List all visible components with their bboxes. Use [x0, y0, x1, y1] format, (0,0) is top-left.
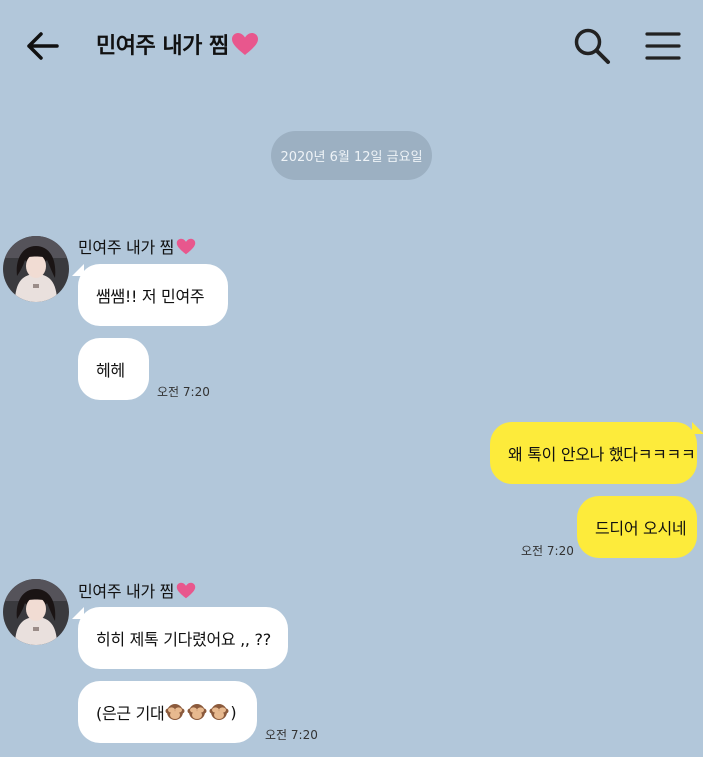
menu-button[interactable]	[642, 26, 684, 66]
message-bubble[interactable]: (은근 기대 )	[78, 681, 257, 743]
sender-name-text: 민여주 내가 찜	[78, 582, 175, 601]
heart-icon	[231, 33, 258, 55]
chat-header: 민여주 내가 찜	[0, 0, 703, 90]
arrow-left-icon	[27, 32, 59, 60]
avatar[interactable]	[3, 579, 69, 645]
search-icon	[574, 28, 610, 64]
sender-name-text: 민여주 내가 찜	[78, 238, 175, 257]
message-text-suffix: )	[230, 702, 237, 722]
bubble-tail	[692, 422, 703, 434]
heart-icon	[176, 238, 196, 254]
message-time: 오전 7:20	[265, 728, 318, 742]
message-text: 왜 톡이 안오나 했다ㅋㅋㅋㅋ	[508, 445, 696, 464]
chat-title: 민여주 내가 찜	[96, 28, 259, 60]
message-bubble[interactable]: 드디어 오시네	[577, 496, 697, 558]
profile-photo-icon	[3, 236, 69, 302]
back-button[interactable]	[22, 26, 62, 66]
message-text: 드디어 오시네	[595, 519, 687, 538]
see-no-evil-monkey-icon	[209, 704, 229, 720]
message-text: 헤헤	[96, 361, 125, 380]
message-time: 오전 7:20	[521, 544, 574, 558]
hamburger-menu-icon	[645, 32, 681, 60]
sender-name: 민여주 내가 찜	[78, 578, 196, 602]
see-no-evil-monkey-icon	[165, 704, 185, 720]
heart-icon	[176, 582, 196, 598]
see-no-evil-monkey-icon	[187, 704, 207, 720]
date-divider: 2020년 6월 12일 금요일	[271, 131, 432, 180]
message-time: 오전 7:20	[157, 385, 210, 399]
message-text-prefix: (은근 기대	[96, 704, 165, 723]
message-bubble[interactable]: 헤헤	[78, 338, 149, 400]
sender-name: 민여주 내가 찜	[78, 234, 196, 258]
message-text: 쌤쌤!! 저 민여주	[96, 287, 205, 306]
message-bubble[interactable]: 쌤쌤!! 저 민여주	[78, 264, 228, 326]
profile-photo-icon	[3, 579, 69, 645]
search-button[interactable]	[570, 24, 614, 68]
message-text: 히히 제톡 기다렸어요 ,, ??	[96, 630, 271, 649]
message-bubble[interactable]: 왜 톡이 안오나 했다ㅋㅋㅋㅋ	[490, 422, 697, 484]
chat-title-text: 민여주 내가 찜	[96, 34, 229, 59]
avatar[interactable]	[3, 236, 69, 302]
message-bubble[interactable]: 히히 제톡 기다렸어요 ,, ??	[78, 607, 288, 669]
